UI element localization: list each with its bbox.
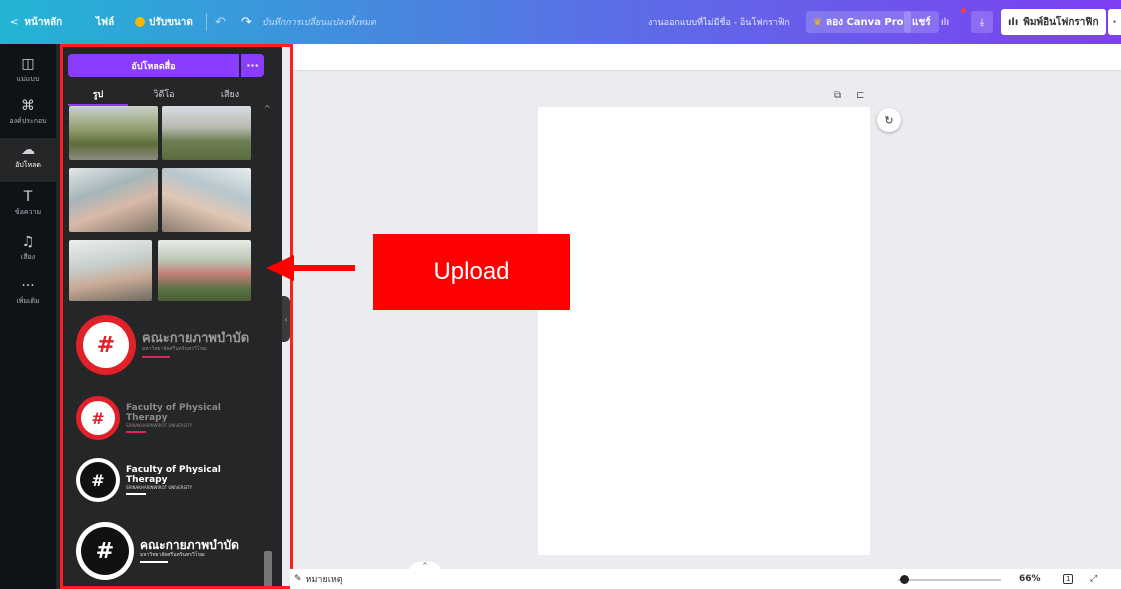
upload-more-button[interactable]: ··· <box>241 54 264 77</box>
document-title[interactable]: งานออกแบบที่ไม่มีชื่อ - อินโฟกราฟิก <box>648 0 790 44</box>
more-icon: ··· <box>21 278 35 294</box>
chevron-up-icon[interactable]: ^ <box>264 104 271 113</box>
editor-toolbar <box>293 44 1121 71</box>
logo-underline <box>142 355 170 358</box>
rail-item-templates[interactable]: ◫ แม่แบบ <box>0 56 56 85</box>
rail-item-uploads[interactable]: ☁ อัปโหลด <box>0 138 56 182</box>
pencil-icon: ✎ <box>294 574 302 584</box>
upload-callout: Upload <box>373 234 570 310</box>
rotate-icon[interactable]: ↻ <box>877 108 901 132</box>
notes-button[interactable]: ✎ หมายเหตุ <box>294 569 343 589</box>
image-thumbnail[interactable] <box>69 240 152 301</box>
chevron-left-icon: < <box>10 16 19 28</box>
chart-icon: ılı <box>1008 16 1019 28</box>
image-thumbnail[interactable] <box>69 106 158 160</box>
text-icon: T <box>23 189 33 205</box>
rail-item-text[interactable]: T ข้อความ <box>0 189 56 218</box>
logo-thumbnail[interactable]: # คณะกายภาพบำบัด มหาวิทยาลัยศรีนครินทรวิ… <box>76 315 251 375</box>
bottom-bar: ✎ หมายเหตุ 66% 1 ⤢ <box>290 569 1121 589</box>
duplicate-page-icon[interactable]: ⧉ <box>834 90 841 101</box>
logo-thumbnail[interactable]: # Faculty of Physical Therapy SRINAKHARI… <box>76 396 251 440</box>
collapse-panel-button[interactable]: ‹ <box>282 296 290 342</box>
zoom-slider[interactable] <box>898 579 1001 581</box>
page-count[interactable]: 1 <box>1063 569 1074 589</box>
try-pro-button[interactable]: ♛ ลอง Canva Pro <box>806 11 911 33</box>
template-icon: ◫ <box>21 56 35 72</box>
tab-audio[interactable]: เสียง <box>200 84 260 104</box>
undo-icon[interactable]: ↶ <box>215 0 226 44</box>
upload-icon: ☁ <box>21 142 35 158</box>
seal-icon: # <box>76 522 134 580</box>
annotation-arrowhead <box>266 255 294 281</box>
crown-icon <box>135 17 145 27</box>
annotation-arrow <box>292 265 355 271</box>
rail-item-audio[interactable]: ♫ เสียง <box>0 234 56 263</box>
left-rail: ◫ แม่แบบ ⌘ องค์ประกอบ ☁ อัปโหลด T ข้อควา… <box>0 44 56 589</box>
logo-title: Faculty of Physical Therapy <box>126 464 221 486</box>
home-button[interactable]: < หน้าหลัก <box>10 0 62 44</box>
logo-subtitle: SRINAKHARINWIROT UNIVERSITY <box>126 484 193 490</box>
redo-icon[interactable]: ↷ <box>241 0 252 44</box>
logo-thumbnail[interactable]: # คณะกายภาพบำบัด มหาวิทยาลัยศรีนครินทรวิ… <box>76 522 251 580</box>
audio-icon: ♫ <box>21 234 35 250</box>
image-thumbnail[interactable] <box>162 168 251 232</box>
resize-button[interactable]: ปรับขนาด <box>135 0 193 44</box>
logo-title: คณะกายภาพบำบัด <box>142 331 250 347</box>
zoom-slider-knob[interactable] <box>900 575 909 584</box>
uploads-panel: อัปโหลดสื่อ ··· รูป วิดีโอ เสียง # คณะกา… <box>56 44 282 589</box>
save-status: บันทึกการเปลี่ยนแปลงทั้งหมด <box>262 18 376 28</box>
logo-subtitle: มหาวิทยาลัยศรีนครินทรวิโรฒ <box>142 346 207 353</box>
print-infographic-button[interactable]: ılı พิมพ์อินโฟกราฟิก <box>1001 9 1106 35</box>
image-thumbnail[interactable] <box>69 168 158 232</box>
notification-dot <box>961 8 966 13</box>
logo-title: คณะกายภาพบำบัด <box>140 537 239 552</box>
rail-item-elements[interactable]: ⌘ องค์ประกอบ <box>0 98 56 127</box>
divider <box>206 13 207 31</box>
panel-scrollbar[interactable]: ^ <box>263 104 273 589</box>
logo-thumbnail[interactable]: # Faculty of Physical Therapy SRINAKHARI… <box>76 458 251 502</box>
logo-title: Faculty of Physical Therapy <box>126 402 221 424</box>
rail-item-more[interactable]: ··· เพิ่มเติม <box>0 278 56 307</box>
top-bar: < หน้าหลัก ไฟล์ ปรับขนาด ↶ ↷ บันทึกการเปล… <box>0 0 1121 44</box>
download-icon[interactable]: ⤓ <box>971 11 993 33</box>
tab-images[interactable]: รูป <box>68 84 128 104</box>
seal-icon: # <box>76 458 120 502</box>
image-thumbnail[interactable] <box>162 106 251 160</box>
logo-underline <box>140 561 168 564</box>
zoom-level[interactable]: 66% <box>1019 569 1041 589</box>
logo-subtitle: SRINAKHARINWIROT UNIVERSITY <box>126 422 193 428</box>
insights-icon[interactable]: ılı <box>934 11 956 33</box>
seal-icon: # <box>76 315 136 375</box>
file-menu[interactable]: ไฟล์ <box>96 0 114 44</box>
media-tabs: รูป วิดีโอ เสียง <box>68 84 264 106</box>
fullscreen-icon[interactable]: ⤢ <box>1090 569 1097 589</box>
image-thumbnail[interactable] <box>158 240 251 301</box>
tab-videos[interactable]: วิดีโอ <box>134 84 194 104</box>
logo-underline <box>126 493 146 496</box>
upload-media-button[interactable]: อัปโหลดสื่อ <box>68 54 239 77</box>
crown-icon: ♛ <box>813 16 822 28</box>
more-options-button[interactable]: · <box>1108 9 1121 35</box>
logo-underline <box>126 431 146 434</box>
add-page-icon[interactable]: ⊏ <box>856 90 864 101</box>
logo-subtitle: มหาวิทยาลัยศรีนครินทรวิโรฒ <box>140 551 205 558</box>
scrollbar-thumb[interactable] <box>264 551 272 587</box>
page-actions: ⧉ ⊏ <box>834 90 865 101</box>
seal-icon: # <box>76 396 120 440</box>
elements-icon: ⌘ <box>21 98 35 114</box>
design-page[interactable] <box>538 107 870 555</box>
